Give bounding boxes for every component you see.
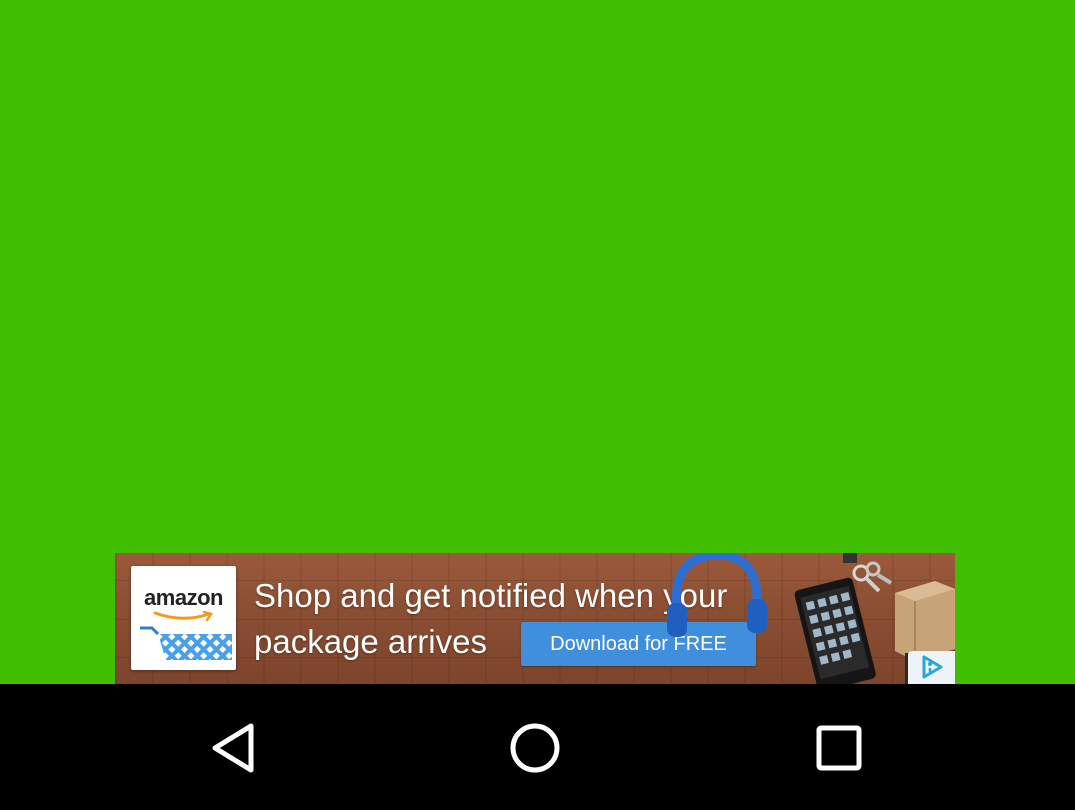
- back-button[interactable]: [206, 720, 262, 776]
- recents-button[interactable]: [811, 720, 867, 776]
- home-button[interactable]: [507, 720, 563, 776]
- ad-products-image: [667, 553, 955, 684]
- back-icon: [212, 723, 254, 773]
- ad-banner[interactable]: amazon Shop and get notified when your p…: [115, 553, 955, 684]
- home-icon: [510, 723, 560, 773]
- amazon-brand-text: amazon: [144, 585, 223, 610]
- amazon-smile-icon: [153, 610, 213, 622]
- recents-icon: [816, 725, 862, 771]
- ad-choices-button[interactable]: [908, 651, 955, 684]
- amazon-logo: amazon: [131, 566, 236, 670]
- shopping-cart-icon: [140, 626, 232, 660]
- ad-choices-icon: [922, 655, 943, 679]
- navigation-bar: [0, 684, 1075, 810]
